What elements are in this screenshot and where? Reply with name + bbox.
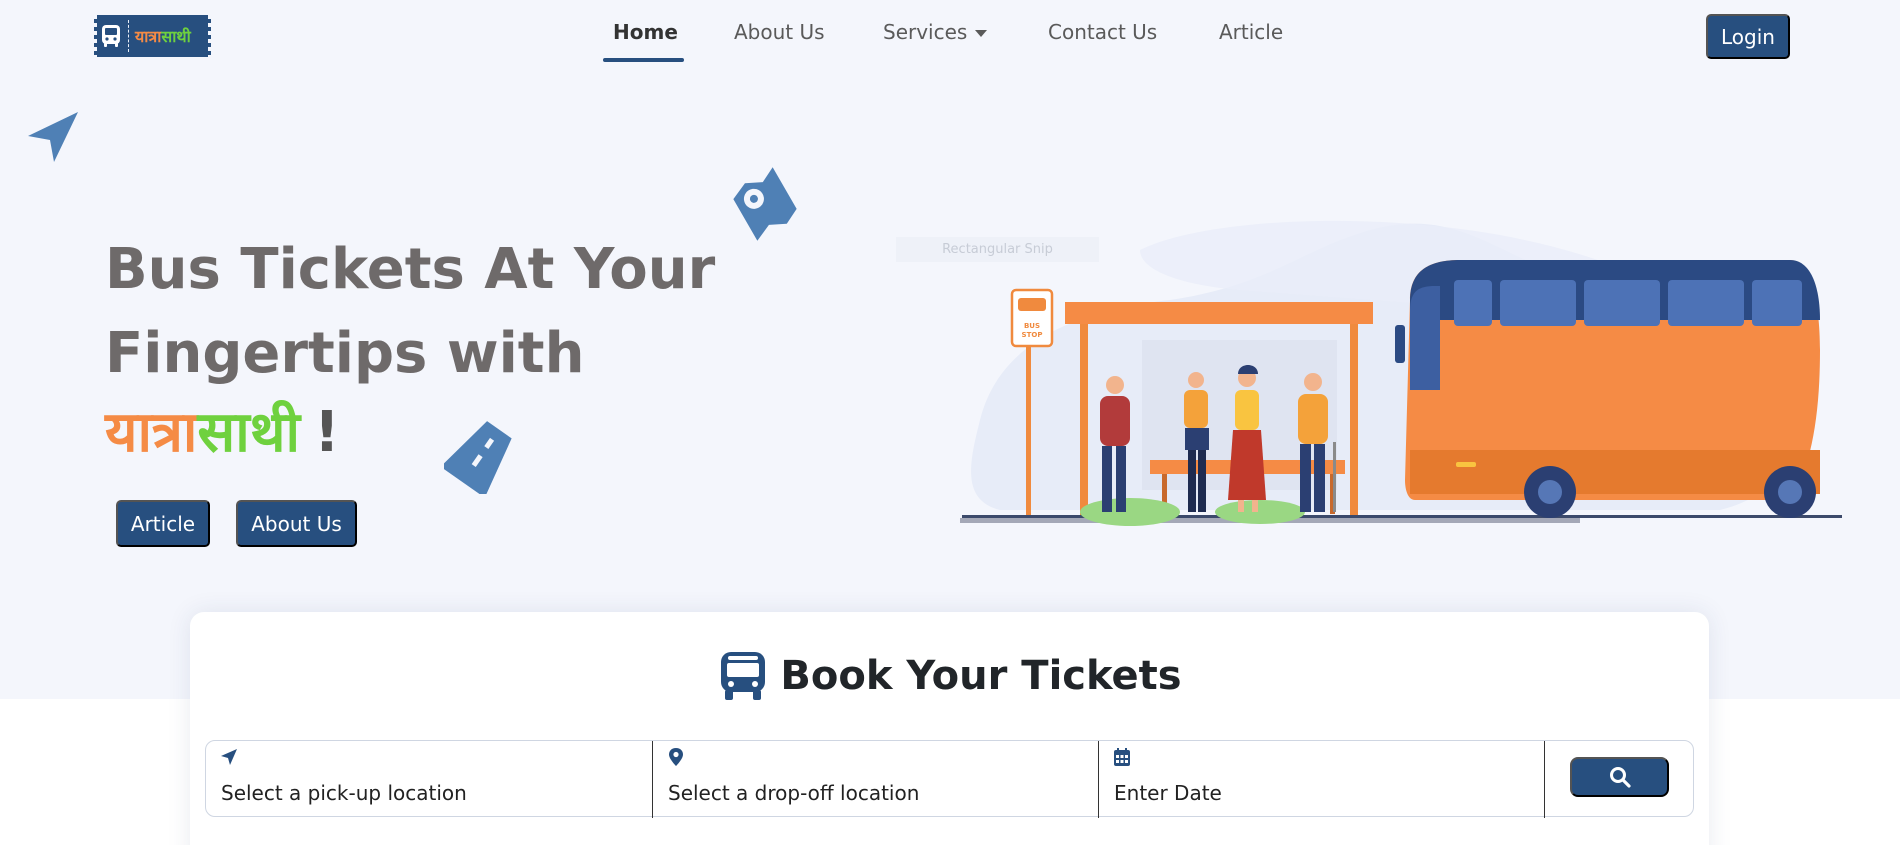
about-us-button[interactable]: About Us — [236, 500, 357, 547]
search-icon — [1609, 767, 1631, 788]
nav-about-us[interactable]: About Us — [734, 20, 825, 44]
svg-text:STOP: STOP — [1022, 331, 1043, 339]
main-nav: Home About Us Services Contact Us Articl… — [0, 20, 1900, 60]
brand-suffix: ! — [314, 400, 340, 465]
nav-article[interactable]: Article — [1219, 20, 1283, 44]
booking-search-form: Select a pick-up location Select a drop-… — [205, 740, 1694, 818]
bus-icon — [721, 652, 766, 700]
date-field[interactable]: Enter Date — [1099, 741, 1544, 818]
brand-part1: यात्रा — [105, 400, 198, 465]
pickup-location-placeholder: Select a pick-up location — [221, 781, 467, 805]
nav-contact-us[interactable]: Contact Us — [1048, 20, 1157, 44]
nav-services[interactable]: Services — [883, 20, 988, 44]
pickup-location-field[interactable]: Select a pick-up location — [206, 741, 652, 818]
map-icon — [733, 167, 797, 241]
booking-title-text: Book Your Tickets — [780, 653, 1182, 699]
map-pin-icon — [669, 748, 683, 766]
svg-text:BUS: BUS — [1024, 322, 1040, 330]
road-icon — [444, 421, 512, 494]
article-button[interactable]: Article — [116, 500, 210, 547]
bus-stop-illustration: BUS STOP — [960, 220, 1842, 526]
booking-title: Book Your Tickets — [0, 650, 1900, 702]
chevron-down-icon — [975, 30, 988, 37]
calendar-icon — [1114, 748, 1130, 766]
field-divider — [1544, 741, 1545, 818]
nav-home[interactable]: Home — [613, 20, 678, 44]
search-button[interactable] — [1570, 757, 1669, 797]
hero-brand-name: यात्रासाथी! — [105, 398, 340, 468]
date-placeholder: Enter Date — [1114, 781, 1222, 805]
dropoff-location-placeholder: Select a drop-off location — [668, 781, 920, 805]
dropoff-location-field[interactable]: Select a drop-off location — [653, 741, 1098, 818]
nav-services-label: Services — [883, 20, 968, 44]
location-arrow-icon — [221, 749, 237, 765]
location-arrow-icon — [28, 112, 78, 162]
active-nav-indicator — [603, 58, 684, 62]
brand-part2: साथी — [197, 400, 301, 465]
hero-title: Bus Tickets At Your Fingertips with — [105, 237, 716, 386]
login-button[interactable]: Login — [1706, 14, 1790, 59]
